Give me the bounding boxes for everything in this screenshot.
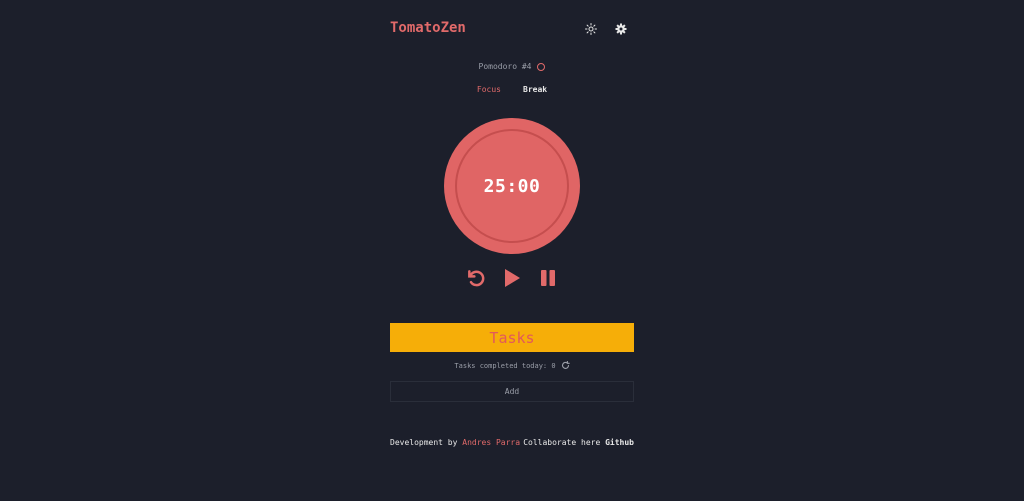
tasks-completed-row: Tasks completed today: 0	[0, 361, 1024, 370]
pomodoro-counter: Pomodoro #4	[0, 62, 1024, 71]
pause-icon	[541, 270, 555, 286]
footer: Development by Andres Parra Collaborate …	[390, 438, 634, 447]
tasks-header: Tasks	[390, 323, 634, 352]
app-root: TomatoZen Pomodoro #4 Focus Break 25:00 …	[0, 0, 1024, 501]
header: TomatoZen	[390, 18, 634, 42]
progress-ring-icon	[537, 62, 546, 71]
footer-collab: Collaborate here Github	[523, 438, 634, 447]
refresh-icon[interactable]	[561, 361, 570, 370]
settings-button[interactable]	[610, 18, 632, 40]
tab-break[interactable]: Break	[523, 85, 547, 94]
timer-inner-ring: 25:00	[455, 129, 569, 243]
tasks-completed-label: Tasks completed today: 0	[454, 361, 556, 370]
gear-icon	[615, 23, 627, 35]
pause-button[interactable]	[538, 266, 558, 290]
play-icon	[505, 269, 520, 287]
theme-toggle-button[interactable]	[580, 18, 602, 40]
add-task-button[interactable]: Add	[390, 381, 634, 402]
play-button[interactable]	[502, 266, 522, 290]
pomodoro-label: Pomodoro #4	[478, 62, 532, 71]
mode-tabs: Focus Break	[0, 85, 1024, 94]
github-link[interactable]: Github	[605, 438, 634, 447]
footer-credit: Development by Andres Parra	[390, 438, 520, 447]
author-link[interactable]: Andres Parra	[462, 438, 520, 447]
reset-button[interactable]	[466, 266, 486, 290]
app-title: TomatoZen	[390, 20, 466, 36]
timer-display: 25:00	[483, 175, 541, 197]
footer-dev-prefix: Development by	[390, 438, 458, 447]
tasks-title: Tasks	[489, 328, 535, 347]
timer-controls	[0, 266, 1024, 290]
sun-icon	[585, 23, 597, 35]
reset-icon	[468, 270, 485, 287]
timer-circle: 25:00	[444, 118, 580, 254]
footer-collab-prefix: Collaborate here	[523, 438, 601, 447]
tab-focus[interactable]: Focus	[477, 85, 501, 94]
